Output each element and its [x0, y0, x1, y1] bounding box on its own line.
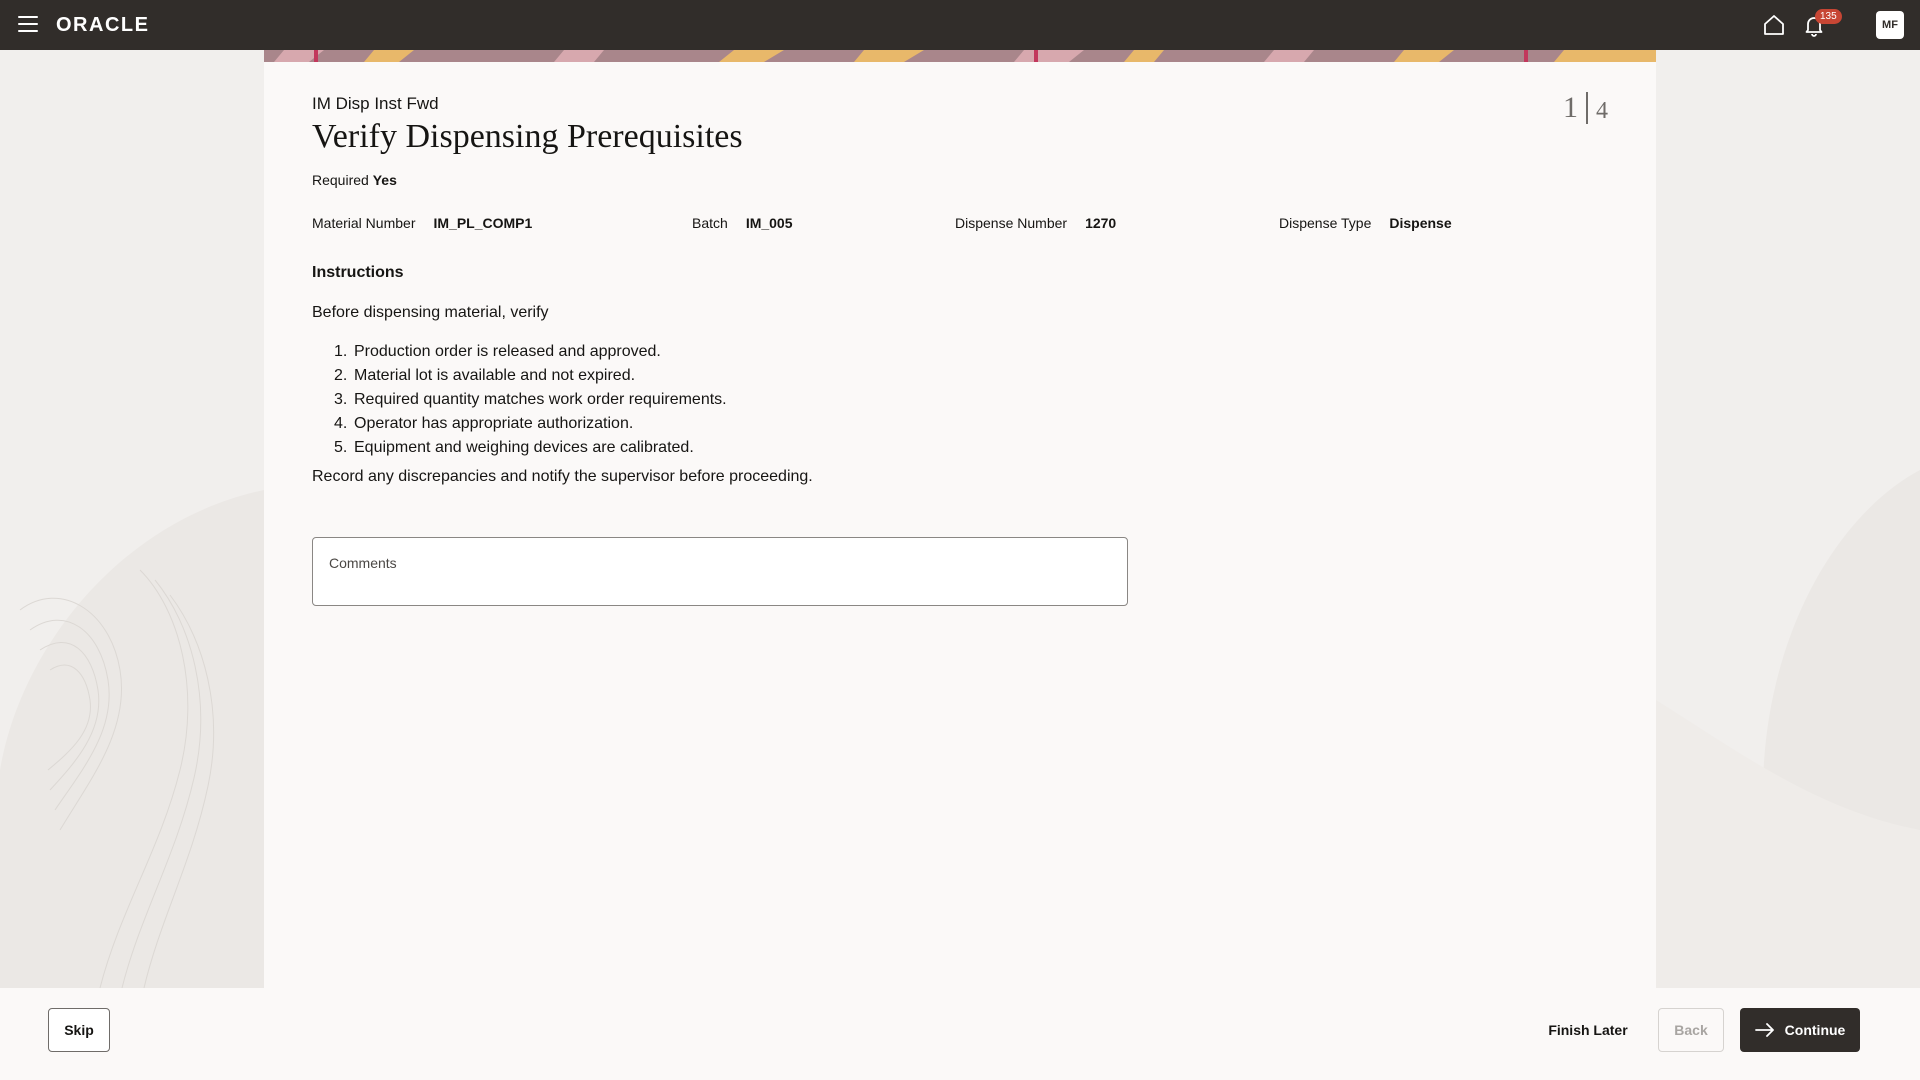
required-value: Yes [372, 172, 397, 188]
material-number-field: Material Number IM_PL_COMP1 [312, 215, 532, 231]
comments-label: Comments [329, 555, 397, 571]
list-item-number: 4. [334, 415, 348, 432]
list-item-text: Required quantity matches work order req… [354, 391, 727, 408]
list-item-text: Operator has appropriate authorization. [354, 415, 634, 432]
oracle-logo[interactable]: ORACLE [56, 14, 149, 37]
required-label: Required [312, 172, 369, 188]
page-title: Verify Dispensing Prerequisites [312, 118, 743, 155]
user-avatar[interactable]: MF [1876, 11, 1904, 39]
step-current: 1 [1563, 90, 1578, 124]
instructions-list: 1. Production order is released and appro… [312, 340, 727, 460]
list-item: 5. Equipment and weighing devices are cal… [312, 436, 727, 460]
list-item-number: 3. [334, 391, 348, 408]
list-item: 1. Production order is released and appro… [312, 340, 727, 364]
top-bar: ORACLE 135 MF [0, 0, 1920, 50]
list-item-text: Equipment and weighing devices are calib… [354, 439, 694, 456]
dispense-number-value: 1270 [1085, 215, 1117, 231]
batch-value: IM_005 [745, 215, 793, 231]
list-item-number: 2. [334, 367, 348, 384]
list-item: 3. Required quantity matches work order r… [312, 388, 727, 412]
skip-button[interactable]: Skip [48, 1008, 110, 1052]
required-indicator: Required Yes [312, 172, 397, 188]
list-item-text: Material lot is available and not expire… [354, 367, 636, 384]
dispense-type-field: Dispense Type Dispense [1279, 215, 1452, 231]
continue-label: Continue [1784, 1022, 1846, 1038]
breadcrumb: IM Disp Inst Fwd [312, 94, 439, 113]
back-button[interactable]: Back [1658, 1008, 1724, 1052]
dispense-type-value: Dispense [1389, 215, 1452, 231]
arrow-right-icon [1754, 1023, 1774, 1037]
material-number-label: Material Number [312, 215, 416, 231]
instructions-heading: Instructions [312, 264, 404, 281]
step-divider [1586, 91, 1588, 124]
home-icon[interactable] [1762, 13, 1786, 37]
background-decoration-right [1656, 50, 1920, 988]
task-panel: IM Disp Inst Fwd Verify Dispensing Prere… [264, 50, 1656, 988]
footer-bar: Skip Finish Later Back Continue [0, 988, 1920, 1080]
finish-later-button[interactable]: Finish Later [1536, 1008, 1640, 1052]
list-item-number: 1. [334, 343, 348, 360]
list-item: 2. Material lot is available and not expi… [312, 364, 727, 388]
list-item-number: 5. [334, 439, 348, 456]
batch-field: Batch IM_005 [692, 215, 793, 231]
notification-badge[interactable]: 135 [1815, 9, 1842, 24]
instructions-intro: Before dispensing material, verify [312, 304, 549, 321]
list-item: 4. Operator has appropriate authorization… [312, 412, 727, 436]
continue-button[interactable]: Continue [1740, 1008, 1860, 1052]
dispense-type-label: Dispense Type [1279, 215, 1372, 231]
dispense-number-field: Dispense Number 1270 [955, 215, 1116, 231]
step-counter: 1 4 [1563, 90, 1608, 125]
batch-label: Batch [692, 215, 728, 231]
decorative-banner [264, 50, 1656, 62]
step-total: 4 [1596, 98, 1608, 124]
instructions-outro: Record any discrepancies and notify the … [312, 468, 813, 485]
menu-icon[interactable] [18, 16, 38, 34]
comments-input[interactable]: Comments [312, 537, 1128, 606]
dispense-number-label: Dispense Number [955, 215, 1068, 231]
material-number-value: IM_PL_COMP1 [433, 215, 533, 231]
background-decoration-left [0, 50, 264, 988]
list-item-text: Production order is released and approve… [354, 343, 661, 360]
